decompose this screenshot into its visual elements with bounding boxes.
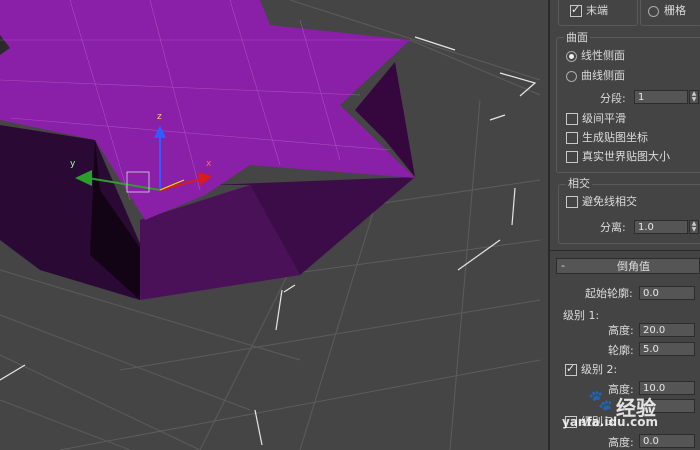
smooth-across-levels-checkbox[interactable] <box>566 113 578 125</box>
generate-mapping-coords-label: 生成贴图坐标 <box>582 131 648 144</box>
generate-mapping-coords-checkbox[interactable] <box>566 132 578 144</box>
segments-spinner-icon[interactable]: ▲ ▼ <box>689 90 699 104</box>
separation-field[interactable]: 1.0 <box>634 220 688 234</box>
level1-label: 级别 1: <box>563 309 600 322</box>
linear-sides-label: 线性侧面 <box>581 49 625 62</box>
grid-label: 栅格 <box>664 4 686 17</box>
bevel-values-rollout-header[interactable]: - 倒角值 <box>556 258 700 274</box>
separation-spinner-icon[interactable]: ▲ ▼ <box>689 220 699 234</box>
gizmo-label-y: y <box>70 159 76 169</box>
real-world-map-size-label: 真实世界贴图大小 <box>582 150 670 163</box>
watermark-url: yanfa.idu.com <box>562 415 659 429</box>
intersections-group <box>558 184 700 244</box>
gizmo-label-z: z <box>157 112 162 122</box>
start-outline-label: 起始轮廓: <box>585 287 633 300</box>
avoid-line-intersections-label: 避免线相交 <box>582 195 637 208</box>
segments-field[interactable]: 1 <box>634 90 688 104</box>
paw-icon: 🐾 <box>588 388 613 412</box>
level1-outline-field[interactable]: 5.0 <box>639 342 695 356</box>
surface-title: 曲面 <box>564 31 590 44</box>
level3-height-label: 高度: <box>608 436 634 449</box>
avoid-line-intersections-checkbox[interactable] <box>566 196 578 208</box>
intersections-title: 相交 <box>566 177 592 190</box>
end-checkbox[interactable] <box>570 3 582 17</box>
viewport-scene: z x y <box>0 0 541 450</box>
grid-radio[interactable] <box>648 6 659 17</box>
level1-height-label: 高度: <box>608 324 634 337</box>
curved-sides-label: 曲线侧面 <box>581 69 625 82</box>
gizmo-label-x: x <box>206 159 212 169</box>
separation-label: 分离: <box>600 221 626 234</box>
linear-sides-radio[interactable] <box>566 51 577 62</box>
panel-divider <box>550 250 700 251</box>
perspective-viewport[interactable]: z x y <box>0 0 548 450</box>
rollout-collapse-icon: - <box>561 259 565 272</box>
real-world-map-size-checkbox[interactable] <box>566 151 578 163</box>
level1-outline-label: 轮廓: <box>608 344 634 357</box>
level3-height-field[interactable]: 0.0 <box>639 434 695 448</box>
segments-label: 分段: <box>600 92 626 105</box>
level1-height-field[interactable]: 20.0 <box>639 323 695 337</box>
level2-checkbox[interactable] <box>565 362 577 376</box>
bevel-values-title: 倒角值 <box>617 260 650 273</box>
smooth-across-levels-label: 级间平滑 <box>582 112 626 125</box>
level2-label: 级别 2: <box>581 363 618 376</box>
beveled-star-object[interactable] <box>0 0 415 300</box>
end-label: 末端 <box>586 4 608 17</box>
curved-sides-radio[interactable] <box>566 71 577 82</box>
start-outline-field[interactable]: 0.0 <box>639 286 695 300</box>
